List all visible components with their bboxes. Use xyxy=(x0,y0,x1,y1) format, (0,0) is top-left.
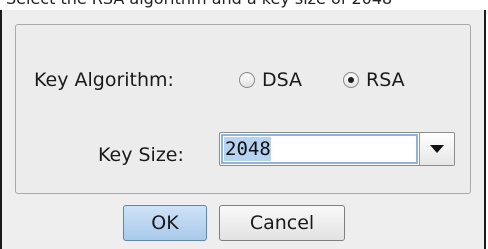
cancel-button[interactable]: Cancel xyxy=(219,205,345,241)
key-size-label: Key Size: xyxy=(98,144,184,166)
key-size-dropdown-button[interactable] xyxy=(419,133,454,165)
radio-selected-dot xyxy=(348,77,354,83)
key-size-combobox[interactable]: 2048 xyxy=(219,132,455,166)
rsa-radio[interactable]: RSA xyxy=(343,69,405,91)
rsa-radio-label[interactable]: RSA xyxy=(366,69,405,91)
key-algorithm-label: Key Algorithm: xyxy=(34,69,174,91)
dsa-radio[interactable]: DSA xyxy=(239,69,302,91)
dsa-radio-label[interactable]: DSA xyxy=(262,69,302,91)
key-size-value[interactable]: 2048 xyxy=(224,137,271,161)
key-size-input[interactable]: 2048 xyxy=(221,134,418,164)
partial-caption: Select the RSA algorithm and a key size … xyxy=(0,0,488,10)
rsa-radio-circle[interactable] xyxy=(343,72,359,88)
key-generation-dialog: Key Algorithm: DSA RSA Key Size: 2048 OK… xyxy=(0,10,486,249)
ok-button[interactable]: OK xyxy=(123,205,207,241)
chevron-down-icon xyxy=(430,145,444,153)
caption-text: Select the RSA algorithm and a key size … xyxy=(6,0,392,8)
dsa-radio-circle[interactable] xyxy=(239,72,255,88)
options-panel: Key Algorithm: DSA RSA Key Size: 2048 xyxy=(15,24,471,194)
